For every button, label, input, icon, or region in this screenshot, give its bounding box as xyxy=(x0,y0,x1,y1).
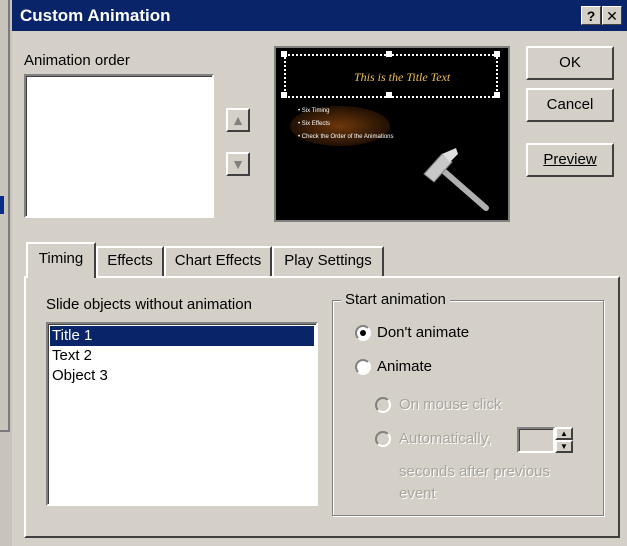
radio-ring xyxy=(375,431,391,447)
preview-button[interactable]: Preview xyxy=(526,143,614,177)
down-arrow-icon: ▼ xyxy=(560,442,568,451)
slide-bullet: • Six Timing xyxy=(298,108,330,114)
tab-chart-effects[interactable]: Chart Effects xyxy=(164,246,272,276)
dont-animate-label[interactable]: Don't animate xyxy=(377,324,469,341)
selection-handle xyxy=(494,92,500,98)
list-item[interactable]: Text 2 xyxy=(50,346,314,366)
start-animation-label: Start animation xyxy=(341,291,450,308)
seconds-after-label: seconds after previous xyxy=(399,463,550,480)
slide-title-text: This is the Title Text xyxy=(354,70,451,84)
start-animation-group: Start animation Don't animate Animate On… xyxy=(332,291,604,516)
hammer-icon xyxy=(423,148,489,211)
animation-order-label: Animation order xyxy=(24,52,130,69)
background-window-edge xyxy=(0,0,12,546)
list-item[interactable]: Object 3 xyxy=(50,366,314,386)
dont-animate-radio[interactable] xyxy=(355,325,371,341)
slide-objects-label: Slide objects without animation xyxy=(46,296,252,313)
close-icon: ✕ xyxy=(606,8,618,24)
on-mouse-click-label: On mouse click xyxy=(399,396,502,413)
help-button[interactable]: ? xyxy=(581,6,601,25)
on-mouse-click-radio[interactable] xyxy=(375,397,391,413)
move-down-button[interactable]: ▼ xyxy=(226,152,250,176)
slide-preview: This is the Title Text • Six Timing • Si… xyxy=(274,46,510,222)
selection-handle xyxy=(386,51,392,57)
tab-effects[interactable]: Effects xyxy=(96,246,164,276)
seconds-down-button[interactable]: ▼ xyxy=(555,440,573,453)
slide-bullet: • Six Effects xyxy=(298,121,331,127)
background-border-bottom xyxy=(0,430,10,432)
radio-ring xyxy=(355,359,371,375)
slide-bullet-text: Six Timing xyxy=(301,108,330,114)
selection-handle xyxy=(281,51,287,57)
selection-handle xyxy=(494,51,500,57)
radio-dot xyxy=(360,330,366,336)
animation-order-list[interactable] xyxy=(24,74,214,218)
down-arrow-icon: ▼ xyxy=(231,156,245,172)
automatically-label: Automatically, xyxy=(399,430,492,447)
slide-bullet-text: Six Effects xyxy=(301,121,331,127)
seconds-up-button[interactable]: ▲ xyxy=(555,427,573,440)
custom-animation-dialog: Custom Animation ? ✕ Animation order ▲ ▼… xyxy=(12,0,627,546)
selection-handle xyxy=(386,92,392,98)
move-up-button[interactable]: ▲ xyxy=(226,108,250,132)
animate-radio[interactable] xyxy=(355,359,371,375)
tab-play-settings[interactable]: Play Settings xyxy=(272,246,384,276)
background-selection-mark xyxy=(0,196,4,214)
background-border xyxy=(8,0,10,430)
animation-order-label-text: Animation order xyxy=(24,52,130,69)
automatically-radio[interactable] xyxy=(375,431,391,447)
up-arrow-icon: ▲ xyxy=(231,112,245,128)
slide-bullet: • Check the Order of the Animations xyxy=(298,134,394,140)
preview-button-label: Preview xyxy=(543,151,597,168)
window-title: Custom Animation xyxy=(20,6,171,25)
ok-button[interactable]: OK xyxy=(526,46,614,80)
title-bar: Custom Animation ? ✕ xyxy=(12,0,627,31)
cancel-button[interactable]: Cancel xyxy=(526,88,614,122)
event-label: event xyxy=(399,485,436,502)
up-arrow-icon: ▲ xyxy=(560,429,568,438)
close-button[interactable]: ✕ xyxy=(602,6,622,25)
slide-bullet-text: Check the Order of the Animations xyxy=(301,134,394,140)
animate-label[interactable]: Animate xyxy=(377,358,432,375)
seconds-input[interactable] xyxy=(517,427,555,453)
selection-handle xyxy=(281,92,287,98)
radio-ring xyxy=(375,397,391,413)
slide-objects-list[interactable]: Title 1 Text 2 Object 3 xyxy=(46,322,318,506)
list-item[interactable]: Title 1 xyxy=(50,326,314,346)
tab-timing[interactable]: Timing xyxy=(26,242,96,278)
